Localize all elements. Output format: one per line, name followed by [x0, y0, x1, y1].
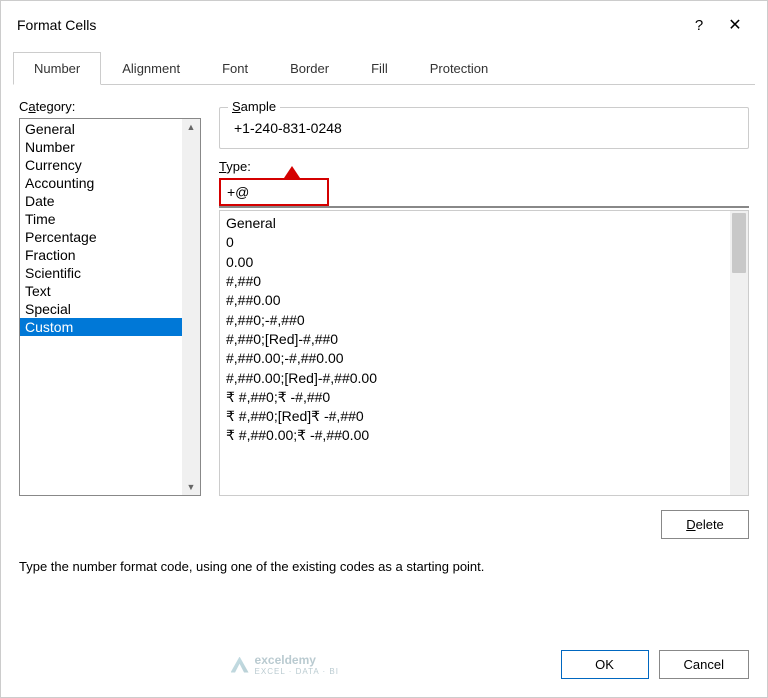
category-list[interactable]: General Number Currency Accounting Date …: [20, 119, 182, 495]
tab-font[interactable]: Font: [201, 52, 269, 85]
help-button[interactable]: ?: [681, 11, 717, 39]
tab-bar: Number Alignment Font Border Fill Protec…: [13, 51, 755, 85]
scroll-up-icon[interactable]: ▲: [187, 122, 196, 132]
type-input[interactable]: [221, 180, 327, 204]
category-item-number[interactable]: Number: [20, 138, 182, 156]
category-item-percentage[interactable]: Percentage: [20, 228, 182, 246]
format-scrollbar[interactable]: [730, 211, 748, 495]
category-item-special[interactable]: Special: [20, 300, 182, 318]
ok-button[interactable]: OK: [561, 650, 649, 679]
format-item[interactable]: General: [226, 214, 724, 233]
category-scrollbar[interactable]: ▲ ▼: [182, 119, 200, 495]
titlebar: Format Cells ? ✕: [1, 1, 767, 47]
tab-number[interactable]: Number: [13, 52, 101, 85]
watermark: exceldemy EXCEL · DATA · BI: [19, 653, 551, 676]
category-item-currency[interactable]: Currency: [20, 156, 182, 174]
description-text: Type the number format code, using one o…: [19, 559, 749, 574]
scrollbar-thumb[interactable]: [732, 213, 746, 273]
cancel-button[interactable]: Cancel: [659, 650, 749, 679]
format-item[interactable]: #,##0;[Red]-#,##0: [226, 330, 724, 349]
watermark-sub: EXCEL · DATA · BI: [255, 667, 339, 676]
close-button[interactable]: ✕: [717, 11, 753, 39]
tab-alignment[interactable]: Alignment: [101, 52, 201, 85]
sample-group: Sample +1-240-831-0248: [219, 107, 749, 149]
format-item[interactable]: 0.00: [226, 253, 724, 272]
type-input-highlight: [219, 178, 329, 206]
format-item[interactable]: ₹ #,##0.00;₹ -#,##0.00: [226, 426, 724, 445]
category-item-time[interactable]: Time: [20, 210, 182, 228]
format-item[interactable]: #,##0.00: [226, 291, 724, 310]
watermark-icon: [231, 657, 249, 673]
format-cells-dialog: Format Cells ? ✕ Number Alignment Font B…: [0, 0, 768, 698]
format-item[interactable]: ₹ #,##0;[Red]₹ -#,##0: [226, 407, 724, 426]
category-item-accounting[interactable]: Accounting: [20, 174, 182, 192]
category-item-date[interactable]: Date: [20, 192, 182, 210]
format-item[interactable]: #,##0.00;-#,##0.00: [226, 349, 724, 368]
sample-value: +1-240-831-0248: [232, 120, 736, 136]
category-item-text[interactable]: Text: [20, 282, 182, 300]
category-item-fraction[interactable]: Fraction: [20, 246, 182, 264]
tab-fill[interactable]: Fill: [350, 52, 409, 85]
format-item[interactable]: #,##0;-#,##0: [226, 311, 724, 330]
scroll-down-icon[interactable]: ▼: [187, 482, 196, 492]
format-item[interactable]: ₹ #,##0;₹ -#,##0: [226, 388, 724, 407]
category-listbox[interactable]: General Number Currency Accounting Date …: [19, 118, 201, 496]
tab-protection[interactable]: Protection: [409, 52, 510, 85]
watermark-name: exceldemy: [255, 653, 316, 667]
category-item-custom[interactable]: Custom: [20, 318, 182, 336]
category-label: Category:: [19, 99, 201, 114]
format-item[interactable]: 0: [226, 233, 724, 252]
content-area: Category: General Number Currency Accoun…: [1, 85, 767, 640]
type-input-row: [219, 178, 749, 208]
delete-button[interactable]: Delete: [661, 510, 749, 539]
footer: exceldemy EXCEL · DATA · BI OK Cancel: [1, 640, 767, 697]
format-item[interactable]: #,##0.00;[Red]-#,##0.00: [226, 369, 724, 388]
tab-border[interactable]: Border: [269, 52, 350, 85]
type-label: Type:: [219, 159, 749, 174]
category-item-scientific[interactable]: Scientific: [20, 264, 182, 282]
category-item-general[interactable]: General: [20, 120, 182, 138]
format-item[interactable]: #,##0: [226, 272, 724, 291]
sample-label: Sample: [228, 99, 280, 114]
dialog-title: Format Cells: [17, 17, 681, 33]
format-list[interactable]: General 0 0.00 #,##0 #,##0.00 #,##0;-#,#…: [219, 210, 749, 496]
